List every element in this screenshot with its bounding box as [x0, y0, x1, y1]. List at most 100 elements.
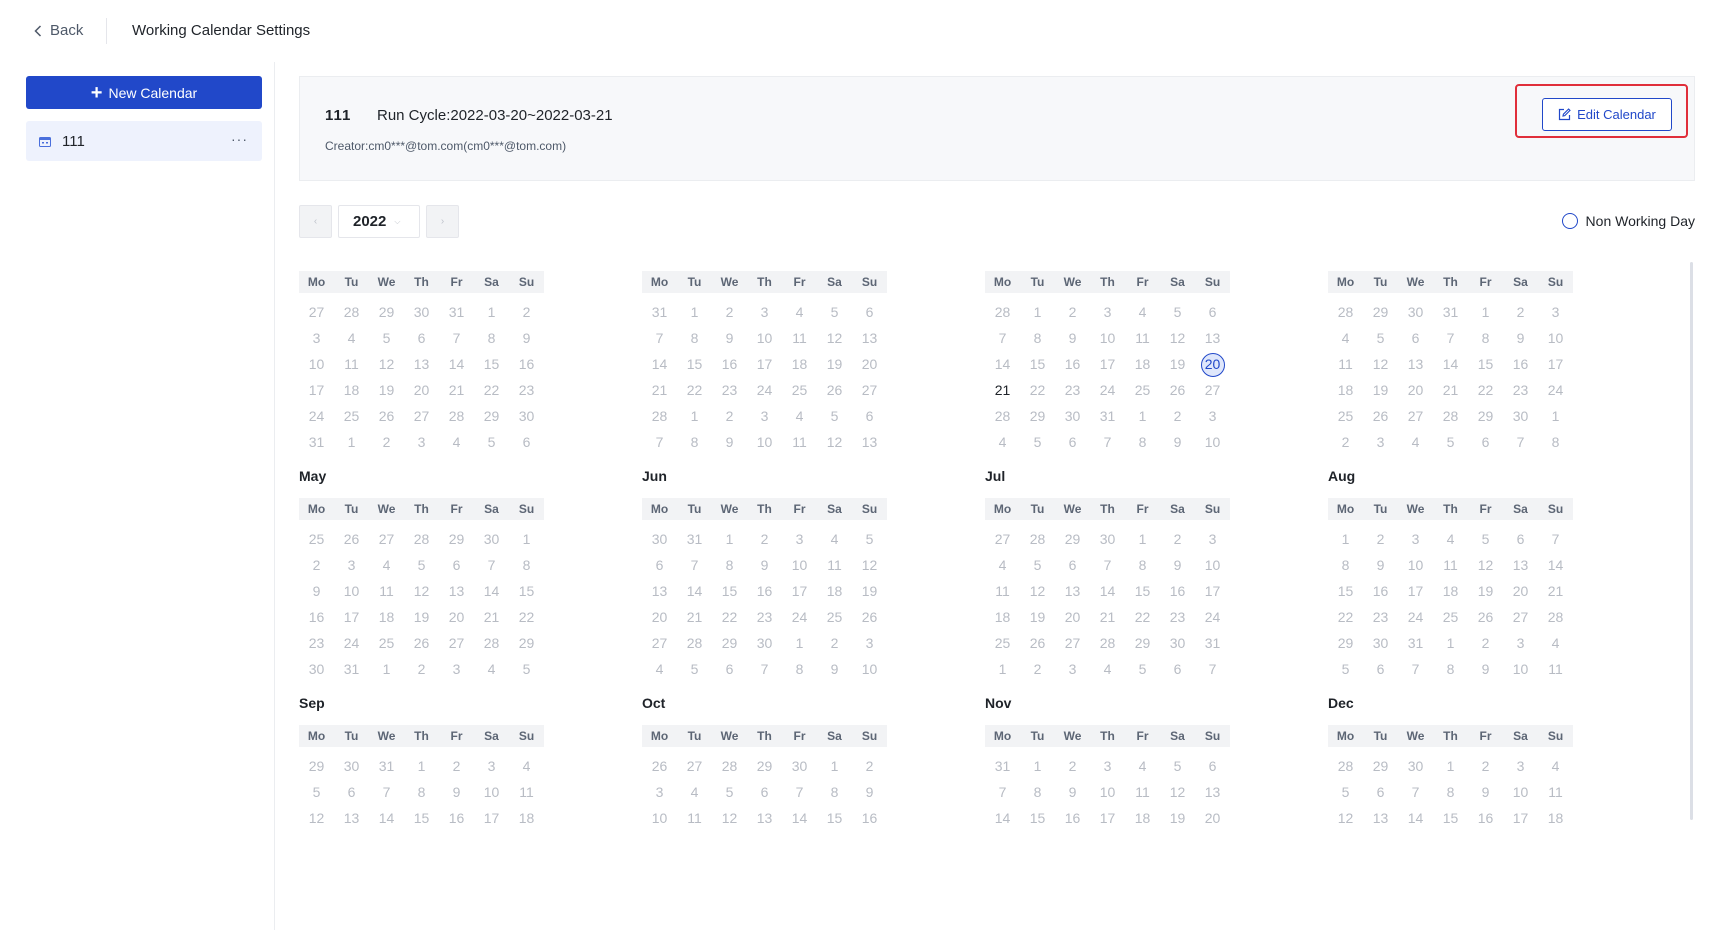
day-cell[interactable]: 30	[1398, 299, 1433, 325]
day-cell[interactable]: 2	[1055, 753, 1090, 779]
day-cell[interactable]: 22	[509, 604, 544, 630]
day-cell[interactable]: 18	[1125, 805, 1160, 831]
day-cell[interactable]: 5	[817, 403, 852, 429]
day-cell[interactable]: 9	[1160, 552, 1195, 578]
day-cell[interactable]: 30	[1055, 403, 1090, 429]
day-cell[interactable]: 24	[782, 604, 817, 630]
day-cell[interactable]: 27	[1195, 377, 1230, 403]
day-cell[interactable]: 1	[369, 656, 404, 682]
day-cell[interactable]: 3	[299, 325, 334, 351]
day-cell[interactable]: 30	[404, 299, 439, 325]
day-cell[interactable]: 16	[1468, 805, 1503, 831]
day-cell[interactable]: 26	[334, 526, 369, 552]
day-cell[interactable]: 2	[852, 753, 887, 779]
day-cell[interactable]: 13	[1195, 325, 1230, 351]
day-cell[interactable]: 3	[1398, 526, 1433, 552]
day-cell[interactable]: 26	[1020, 630, 1055, 656]
day-cell[interactable]: 21	[985, 377, 1020, 403]
day-cell[interactable]: 19	[817, 351, 852, 377]
day-cell[interactable]: 6	[439, 552, 474, 578]
day-cell[interactable]: 5	[1160, 753, 1195, 779]
day-cell[interactable]: 15	[817, 805, 852, 831]
day-cell[interactable]: 6	[747, 779, 782, 805]
day-cell[interactable]: 29	[1328, 630, 1363, 656]
day-cell[interactable]: 29	[712, 630, 747, 656]
day-cell[interactable]: 2	[1328, 429, 1363, 455]
day-cell[interactable]: 14	[642, 351, 677, 377]
day-cell[interactable]: 22	[1328, 604, 1363, 630]
day-cell[interactable]: 11	[509, 779, 544, 805]
day-cell[interactable]: 25	[1125, 377, 1160, 403]
day-cell[interactable]: 31	[1433, 299, 1468, 325]
day-cell[interactable]: 5	[404, 552, 439, 578]
day-cell[interactable]: 3	[782, 526, 817, 552]
day-cell[interactable]: 13	[1195, 779, 1230, 805]
edit-calendar-button[interactable]: Edit Calendar	[1542, 98, 1672, 131]
day-cell[interactable]: 10	[1503, 779, 1538, 805]
day-cell[interactable]: 25	[1328, 403, 1363, 429]
day-cell[interactable]: 11	[817, 552, 852, 578]
day-cell[interactable]: 28	[439, 403, 474, 429]
day-cell[interactable]: 8	[1468, 325, 1503, 351]
day-cell[interactable]: 14	[782, 805, 817, 831]
day-cell[interactable]: 25	[299, 526, 334, 552]
day-cell[interactable]: 8	[817, 779, 852, 805]
day-cell[interactable]: 27	[1055, 630, 1090, 656]
day-cell[interactable]: 13	[1398, 351, 1433, 377]
day-cell[interactable]: 7	[747, 656, 782, 682]
day-cell[interactable]: 9	[1503, 325, 1538, 351]
day-cell[interactable]: 5	[712, 779, 747, 805]
day-cell[interactable]: 29	[1020, 403, 1055, 429]
day-cell[interactable]: 26	[369, 403, 404, 429]
day-cell[interactable]: 2	[369, 429, 404, 455]
day-cell[interactable]: 17	[299, 377, 334, 403]
day-cell[interactable]: 12	[817, 429, 852, 455]
day-cell[interactable]: 18	[817, 578, 852, 604]
day-cell[interactable]: 1	[1125, 526, 1160, 552]
day-cell[interactable]: 14	[1398, 805, 1433, 831]
day-cell[interactable]: 2	[1363, 526, 1398, 552]
day-cell[interactable]: 26	[852, 604, 887, 630]
day-cell[interactable]: 29	[1055, 526, 1090, 552]
day-cell[interactable]: 8	[1538, 429, 1573, 455]
day-cell[interactable]: 20	[1195, 351, 1230, 377]
day-cell[interactable]: 1	[712, 526, 747, 552]
day-cell[interactable]: 29	[439, 526, 474, 552]
day-cell[interactable]: 29	[509, 630, 544, 656]
day-cell[interactable]: 4	[642, 656, 677, 682]
day-cell[interactable]: 28	[1538, 604, 1573, 630]
day-cell[interactable]: 23	[1503, 377, 1538, 403]
day-cell[interactable]: 2	[299, 552, 334, 578]
day-cell[interactable]: 7	[1538, 526, 1573, 552]
day-cell[interactable]: 2	[1160, 526, 1195, 552]
day-cell[interactable]: 26	[1363, 403, 1398, 429]
day-cell[interactable]: 1	[1433, 753, 1468, 779]
day-cell[interactable]: 4	[509, 753, 544, 779]
more-icon[interactable]: ···	[231, 131, 248, 147]
day-cell[interactable]: 30	[334, 753, 369, 779]
day-cell[interactable]: 28	[334, 299, 369, 325]
day-cell[interactable]: 28	[1328, 753, 1363, 779]
day-cell[interactable]: 21	[642, 377, 677, 403]
day-cell[interactable]: 22	[1020, 377, 1055, 403]
day-cell[interactable]: 2	[404, 656, 439, 682]
day-cell[interactable]: 22	[677, 377, 712, 403]
day-cell[interactable]: 14	[369, 805, 404, 831]
day-cell[interactable]: 6	[1195, 299, 1230, 325]
day-cell[interactable]: 11	[334, 351, 369, 377]
day-cell[interactable]: 25	[782, 377, 817, 403]
day-cell[interactable]: 13	[1503, 552, 1538, 578]
day-cell[interactable]: 23	[299, 630, 334, 656]
day-cell[interactable]: 30	[1398, 753, 1433, 779]
day-cell[interactable]: 9	[712, 325, 747, 351]
day-cell[interactable]: 10	[1195, 552, 1230, 578]
day-cell[interactable]: 8	[712, 552, 747, 578]
day-cell[interactable]: 31	[439, 299, 474, 325]
day-cell[interactable]: 7	[1398, 656, 1433, 682]
day-cell[interactable]: 14	[985, 805, 1020, 831]
day-cell[interactable]: 15	[1328, 578, 1363, 604]
day-cell[interactable]: 12	[1020, 578, 1055, 604]
day-cell[interactable]: 3	[1503, 630, 1538, 656]
day-cell[interactable]: 16	[439, 805, 474, 831]
day-cell[interactable]: 21	[474, 604, 509, 630]
